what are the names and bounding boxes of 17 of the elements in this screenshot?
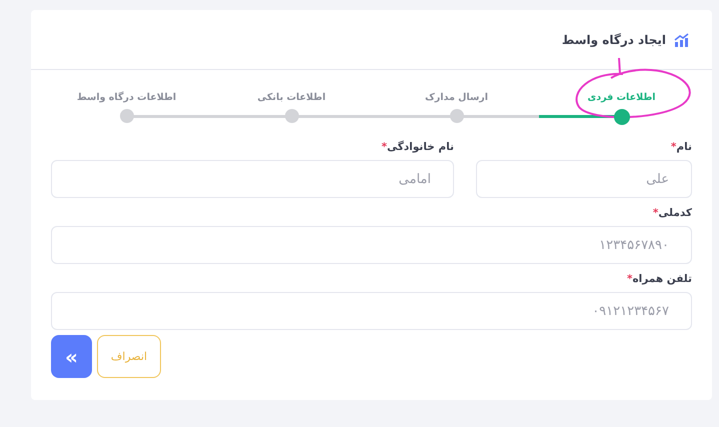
next-button[interactable]: « [51,335,92,378]
step-label[interactable]: ارسال مدارک [425,92,488,103]
step-label[interactable]: اطلاعات بانکی [257,92,326,103]
field-label: نام خانوادگی* [380,141,454,155]
page-title: ایجاد درگاه واسط [562,32,666,46]
input-field[interactable]: ۱۲۳۴۵۶۷۸۹۰ [51,226,692,264]
step-label[interactable]: اطلاعات فردی [587,92,656,103]
step-label[interactable]: اطلاعات درگاه واسط [76,92,176,103]
pen-stroke [618,58,621,74]
input-field[interactable]: ۰۹۱۲۱۲۳۴۵۶۷ [51,292,692,330]
cancel-button[interactable]: انصراف [97,335,161,378]
input-field[interactable]: علی [476,160,692,198]
field-label: کدملی* [652,207,692,221]
field-label: نام* [670,141,692,155]
field-label: تلفن همراه* [626,273,692,287]
input-field[interactable]: امامی [51,160,454,198]
chart-icon [674,32,690,46]
